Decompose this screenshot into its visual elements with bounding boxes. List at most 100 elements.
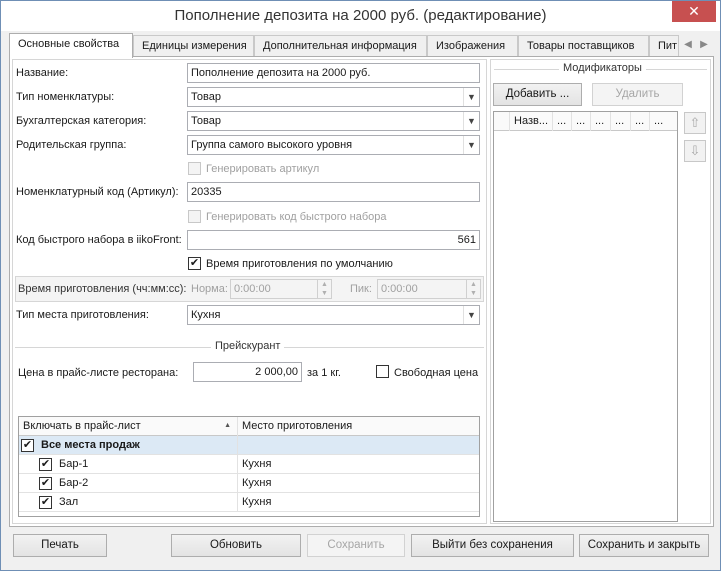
table-row[interactable]: ✔ Бар-1 Кухня bbox=[19, 455, 479, 474]
generate-article-label: Генерировать артикул bbox=[206, 163, 320, 175]
modifiers-area: Модификаторы Добавить ... Удалить Назв..… bbox=[490, 59, 711, 524]
spin-arrows-icon[interactable]: ▲ ▼ bbox=[317, 280, 331, 298]
move-up-icon[interactable]: ⇧ bbox=[684, 112, 706, 134]
tab-panel: Название: Пополнение депозита на 2000 ру… bbox=[9, 56, 714, 527]
column-header-include[interactable]: Включать в прайс-лист ▲ bbox=[19, 417, 238, 436]
row-name: Все места продаж bbox=[37, 436, 238, 455]
print-button[interactable]: Печать bbox=[13, 534, 107, 557]
generate-fast-code-label: Генерировать код быстрого набора bbox=[206, 211, 387, 223]
column-header-place[interactable]: Место приготовления bbox=[238, 417, 479, 436]
row-place bbox=[238, 436, 479, 455]
norm-label: Норма: bbox=[191, 283, 228, 295]
exit-without-saving-button[interactable]: Выйти без сохранения bbox=[411, 534, 574, 557]
refresh-button[interactable]: Обновить bbox=[171, 534, 301, 557]
nomenclature-type-value: Товар bbox=[191, 91, 221, 103]
move-down-icon[interactable]: ⇩ bbox=[684, 140, 706, 162]
title-bar: Пополнение депозита на 2000 руб. (редакт… bbox=[1, 1, 720, 31]
properties-area: Название: Пополнение депозита на 2000 ру… bbox=[12, 59, 487, 524]
tab-additional-info[interactable]: Дополнительная информация bbox=[254, 35, 427, 57]
column-header[interactable]: ... bbox=[611, 112, 631, 131]
tab-images[interactable]: Изображения bbox=[427, 35, 518, 57]
parent-group-select[interactable]: Группа самого высокого уровня ▼ bbox=[187, 135, 480, 155]
accounting-category-label: Бухгалтерская категория: bbox=[16, 115, 147, 127]
generate-fast-code-checkbox[interactable] bbox=[188, 210, 201, 223]
chevron-down-icon[interactable]: ▼ bbox=[463, 136, 479, 154]
row-checkbox[interactable]: ✔ bbox=[39, 477, 52, 490]
tab-supplier-goods[interactable]: Товары поставщиков bbox=[518, 35, 649, 57]
pricelist-title: Прейскурант bbox=[211, 340, 285, 352]
name-label: Название: bbox=[16, 67, 69, 79]
article-code-label: Номенклатурный код (Артикул): bbox=[16, 186, 179, 198]
cook-time-group: Время приготовления (чч:мм:сс): Норма: 0… bbox=[15, 276, 484, 302]
norm-time-input[interactable]: 0:00:00 ▲ ▼ bbox=[230, 279, 332, 299]
modifiers-table: Назв... ... ... ... ... ... ... bbox=[493, 111, 678, 522]
column-header[interactable]: ... bbox=[553, 112, 572, 131]
generate-article-checkbox[interactable] bbox=[188, 162, 201, 175]
default-cook-time-label: Время приготовления по умолчанию bbox=[206, 258, 393, 270]
row-checkbox[interactable]: ✔ bbox=[39, 458, 52, 471]
fast-code-label: Код быстрого набора в iikoFront: bbox=[16, 234, 182, 246]
table-header: Включать в прайс-лист ▲ Место приготовле… bbox=[19, 417, 479, 436]
default-cook-time-checkbox[interactable]: ✔ bbox=[188, 257, 201, 270]
dialog-window: Пополнение депозита на 2000 руб. (редакт… bbox=[0, 0, 721, 571]
parent-group-value: Группа самого высокого уровня bbox=[191, 139, 353, 151]
row-checkbox[interactable]: ✔ bbox=[39, 496, 52, 509]
peak-label: Пик: bbox=[350, 283, 372, 295]
cooking-place-type-label: Тип места приготовления: bbox=[16, 309, 149, 321]
nomenclature-type-label: Тип номенклатуры: bbox=[16, 91, 115, 103]
accounting-category-select[interactable]: Товар ▼ bbox=[187, 111, 480, 131]
row-place: Кухня bbox=[242, 496, 272, 508]
column-header-name[interactable]: Назв... bbox=[510, 112, 553, 131]
pricelist-table: Включать в прайс-лист ▲ Место приготовле… bbox=[18, 416, 480, 517]
column-header[interactable]: ... bbox=[650, 112, 677, 131]
column-header[interactable]: ... bbox=[631, 112, 650, 131]
close-icon[interactable]: ✕ bbox=[672, 1, 716, 22]
restaurant-price-input[interactable]: 2 000,00 bbox=[193, 362, 302, 382]
cooking-place-type-value: Кухня bbox=[191, 309, 221, 321]
article-code-input[interactable]: 20335 bbox=[187, 182, 480, 202]
free-price-label: Свободная цена bbox=[394, 367, 479, 379]
cook-time-label: Время приготовления (чч:мм:сс): bbox=[18, 283, 187, 295]
add-modifier-button[interactable]: Добавить ... bbox=[493, 83, 582, 106]
table-row[interactable]: ✔ Все места продаж bbox=[19, 436, 479, 455]
row-place: Кухня bbox=[242, 458, 272, 470]
tab-nutrition[interactable]: Пит bbox=[649, 35, 679, 57]
restaurant-price-label: Цена в прайс-листе ресторана: bbox=[18, 367, 179, 379]
price-unit-label: за 1 кг. bbox=[307, 367, 341, 379]
chevron-down-icon[interactable]: ▼ bbox=[463, 112, 479, 130]
table-row[interactable]: ✔ Зал Кухня bbox=[19, 493, 479, 512]
row-place: Кухня bbox=[242, 477, 272, 489]
accounting-category-value: Товар bbox=[191, 115, 221, 127]
peak-time-input[interactable]: 0:00:00 ▲ ▼ bbox=[377, 279, 481, 299]
window-title: Пополнение депозита на 2000 руб. (редакт… bbox=[174, 7, 547, 24]
row-checkbox[interactable]: ✔ bbox=[21, 439, 34, 452]
row-name: Бар-2 bbox=[55, 474, 238, 493]
column-header[interactable]: ... bbox=[591, 112, 611, 131]
column-header-indicator bbox=[494, 112, 510, 131]
save-button[interactable]: Сохранить bbox=[307, 534, 405, 557]
tab-strip: Основные свойства Единицы измерения Допо… bbox=[9, 33, 714, 58]
table-header: Назв... ... ... ... ... ... ... bbox=[494, 112, 677, 131]
tab-main-properties[interactable]: Основные свойства bbox=[9, 33, 133, 58]
column-header[interactable]: ... bbox=[572, 112, 591, 131]
peak-time-value: 0:00:00 bbox=[381, 283, 418, 295]
tab-scroll-left-icon[interactable]: ◀ bbox=[681, 36, 695, 54]
name-input[interactable]: Пополнение депозита на 2000 руб. bbox=[187, 63, 480, 83]
parent-group-label: Родительская группа: bbox=[16, 139, 127, 151]
delete-modifier-button[interactable]: Удалить bbox=[592, 83, 683, 106]
chevron-down-icon[interactable]: ▼ bbox=[463, 306, 479, 324]
tab-scroll-right-icon[interactable]: ▶ bbox=[697, 36, 711, 54]
modifiers-title: Модификаторы bbox=[559, 62, 646, 74]
save-and-close-button[interactable]: Сохранить и закрыть bbox=[579, 534, 709, 557]
norm-time-value: 0:00:00 bbox=[234, 283, 271, 295]
fast-code-input[interactable]: 561 bbox=[187, 230, 480, 250]
tab-units[interactable]: Единицы измерения bbox=[133, 35, 254, 57]
cooking-place-type-select[interactable]: Кухня ▼ bbox=[187, 305, 480, 325]
free-price-checkbox[interactable] bbox=[376, 365, 389, 378]
sort-asc-icon: ▲ bbox=[224, 422, 231, 429]
row-name: Зал bbox=[55, 493, 238, 512]
spin-arrows-icon[interactable]: ▲ ▼ bbox=[466, 280, 480, 298]
chevron-down-icon[interactable]: ▼ bbox=[463, 88, 479, 106]
table-row[interactable]: ✔ Бар-2 Кухня bbox=[19, 474, 479, 493]
nomenclature-type-select[interactable]: Товар ▼ bbox=[187, 87, 480, 107]
